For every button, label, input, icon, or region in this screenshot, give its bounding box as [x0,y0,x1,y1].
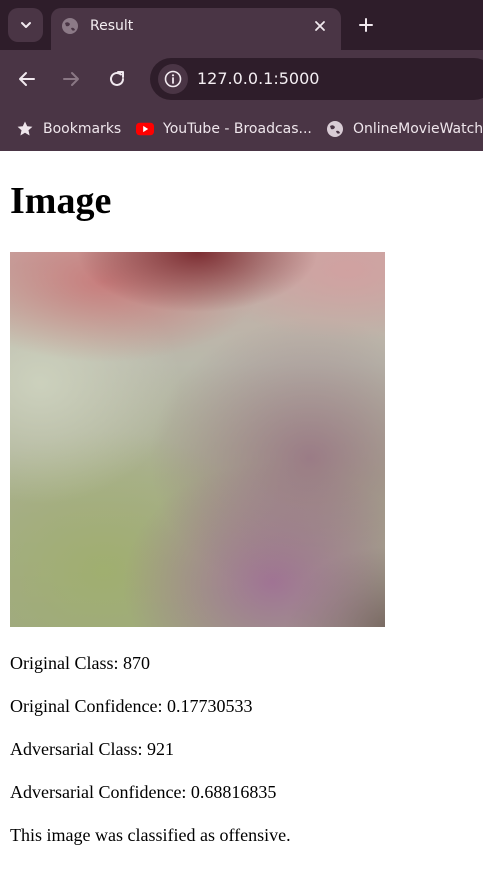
chevron-down-icon [20,22,31,28]
forward-button[interactable] [59,67,83,91]
arrow-right-icon [63,72,79,86]
original-class-text: Original Class: 870 [10,653,150,673]
globe-icon [62,18,78,34]
adversarial-class-text: Adversarial Class: 921 [10,739,174,759]
bookmark-onlinemoviewatchs[interactable]: OnlineMovieWatchs [326,118,483,140]
reload-button[interactable] [105,67,129,91]
site-info-button[interactable] [158,64,188,94]
verdict-text: This image was classified as offensive. [10,825,291,845]
address-bar[interactable]: 127.0.0.1:5000 [150,58,483,100]
toolbar: 127.0.0.1:5000 [0,50,483,108]
tab-title: Result [90,18,134,34]
tab-result[interactable]: Result [51,8,341,50]
bookmark-bookmarks[interactable]: Bookmarks [16,118,121,140]
bookmarks-bar: Bookmarks YouTube - Broadcas... OnlineMo… [0,108,483,151]
bookmark-label: OnlineMovieWatchs [353,121,483,137]
tab-close-button[interactable] [311,17,329,35]
close-icon [315,21,325,31]
tab-search-button[interactable] [8,8,43,42]
url-text[interactable]: 127.0.0.1:5000 [197,69,319,89]
original-confidence-text: Original Confidence: 0.17730533 [10,696,253,716]
reload-icon [110,71,124,86]
page-title: Image [10,180,112,222]
globe-icon [326,120,344,138]
bookmark-youtube[interactable]: YouTube - Broadcas... [136,118,312,140]
page-content: Image Original Class: 870 Original Confi… [0,151,483,879]
result-image [10,252,385,627]
adversarial-confidence-text: Adversarial Confidence: 0.68816835 [10,782,277,802]
star-icon [16,120,34,138]
browser-chrome: Result 127.0.0.1:5000 Bookmarks YouTube … [0,0,483,151]
back-button[interactable] [15,67,39,91]
youtube-icon [136,120,154,138]
bookmark-label: Bookmarks [43,121,122,137]
info-icon [164,70,182,88]
tab-strip: Result [0,0,483,50]
plus-icon [359,18,373,32]
bookmark-label: YouTube - Broadcas... [163,121,312,137]
arrow-left-icon [19,72,35,86]
new-tab-button[interactable] [354,13,378,37]
